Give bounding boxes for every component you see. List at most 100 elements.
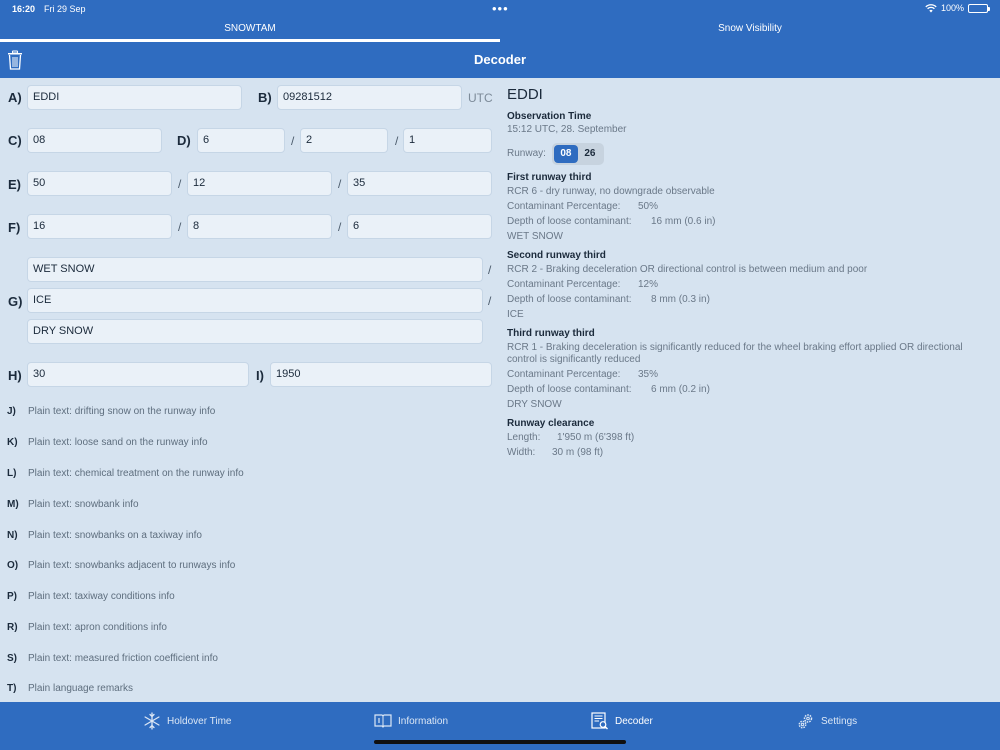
third-3-percentage: Contaminant Percentage: 35% [507,369,987,381]
field-b-label: B) [258,90,272,105]
tab-decoder[interactable]: Decoder [591,712,653,730]
observation-value: 15:12 UTC, 28. September [507,124,627,135]
multitasking-dots-icon[interactable]: ••• [492,1,509,16]
observation-title: Observation Time [507,111,592,122]
third-2-type: ICE [507,309,524,320]
plain-text-input-n[interactable]: Plain text: snowbanks on a taxiway info [28,530,202,541]
third-3-rcr: RCR 1 - Braking deceleration is signific… [507,342,963,365]
rwycc-input-3[interactable]: 1 [403,128,492,153]
percentage-value: 12% [638,279,659,290]
third-1-percentage: Contaminant Percentage: 50% [507,201,987,213]
separator: / [338,220,342,234]
runway-input[interactable]: 08 [27,128,162,153]
third-1-depth: Depth of loose contaminant: 16 mm (0.6 i… [507,216,987,228]
condition-input-3[interactable]: DRY SNOW [27,319,483,344]
coverage-input-3[interactable]: 35 [347,171,492,196]
depth-label: Depth of loose contaminant: [507,216,632,227]
plain-text-input-t[interactable]: Plain language remarks [28,683,133,694]
depth-input-2[interactable]: 8 [187,214,332,239]
separator: / [178,177,182,191]
third-1-title: First runway third [507,172,592,183]
third-2-depth: Depth of loose contaminant: 8 mm (0.3 in… [507,294,987,306]
third-3-type: DRY SNOW [507,399,562,410]
field-f-label: F) [8,220,21,235]
tab-settings[interactable]: Settings [797,712,857,730]
plain-text-input-m[interactable]: Plain text: snowbank info [28,499,139,510]
status-time: 16:20 [12,4,36,14]
decoded-panel: EDDI Observation Time 15:12 UTC, 28. Sep… [507,86,987,459]
length-value: 1'950 m (6'398 ft) [557,432,635,443]
airport-input[interactable]: EDDI [27,85,242,110]
field-m-label: M) [7,499,19,510]
plain-text-input-l[interactable]: Plain text: chemical treatment on the ru… [28,468,244,479]
segment-tabs: SNOWTAM Snow Visibility [0,20,1000,42]
separator: / [338,177,342,191]
clearance-width: Width: 30 m (98 ft) [507,447,987,459]
field-l-label: L) [7,468,17,479]
separator: / [488,263,492,277]
wifi-icon [925,3,937,12]
separator: / [291,134,295,148]
percentage-label: Contaminant Percentage: [507,369,621,380]
status-date: Fri 29 Sep [44,4,86,14]
width-input[interactable]: 30 [27,362,249,387]
field-t-label: T) [7,683,17,694]
runway-label: Runway: [507,148,546,159]
depth-input-3[interactable]: 6 [347,214,492,239]
tab-settings-label: Settings [821,715,858,727]
field-p-label: P) [7,591,17,602]
utc-unit: UTC [468,91,493,105]
page-title: Decoder [473,52,527,67]
condition-input-1[interactable]: WET SNOW [27,257,483,282]
runway-option-26[interactable]: 26 [578,145,602,163]
coverage-input-2[interactable]: 12 [187,171,332,196]
field-s-label: S) [7,653,17,664]
depth-value: 8 mm (0.3 in) [651,294,710,305]
field-k-label: K) [7,437,18,448]
separator: / [488,294,492,308]
width-value: 30 m (98 ft) [552,447,604,458]
decoder-icon [591,712,608,730]
percentage-label: Contaminant Percentage: [507,279,621,290]
depth-label: Depth of loose contaminant: [507,294,632,305]
tab-holdover-time[interactable]: Holdover Time [143,712,231,730]
tab-snow-visibility[interactable]: Snow Visibility [500,20,1000,42]
rwycc-input-1[interactable]: 6 [197,128,285,153]
plain-text-input-j[interactable]: Plain text: drifting snow on the runway … [28,406,215,417]
length-label: Length: [507,432,541,443]
plain-text-input-s[interactable]: Plain text: measured friction coefficien… [28,653,218,664]
third-3-title: Third runway third [507,328,595,339]
datetime-input[interactable]: 09281512 [277,85,462,110]
width-label: Width: [507,447,536,458]
third-2-percentage: Contaminant Percentage: 12% [507,279,987,291]
depth-value: 6 mm (0.2 in) [651,384,710,395]
tab-snowtam[interactable]: SNOWTAM [0,20,500,42]
gears-icon [798,714,813,729]
plain-text-input-r[interactable]: Plain text: apron conditions info [28,622,167,633]
separator: / [178,220,182,234]
field-i-label: I) [256,368,264,383]
home-indicator[interactable] [374,740,626,744]
depth-input-1[interactable]: 16 [27,214,172,239]
plain-text-input-p[interactable]: Plain text: taxiway conditions info [28,591,175,602]
third-1-rcr: RCR 6 - dry runway, no downgrade observa… [507,186,715,197]
rwycc-input-2[interactable]: 2 [300,128,388,153]
status-bar: 16:20 Fri 29 Sep ••• 100% [0,0,1000,18]
runway-option-08[interactable]: 08 [553,145,578,163]
field-d-label: D) [177,133,191,148]
field-o-label: O) [7,560,19,571]
tab-information[interactable]: Information [374,712,448,730]
decoded-airport: EDDI [507,86,543,103]
percentage-value: 50% [638,201,659,212]
field-g-label: G) [8,294,23,309]
tab-decoder-label: Decoder [615,715,653,727]
length-input[interactable]: 1950 [270,362,492,387]
coverage-input-1[interactable]: 50 [27,171,172,196]
nav-bar: Decoder [0,44,1000,78]
condition-input-2[interactable]: ICE [27,288,483,313]
plain-text-input-o[interactable]: Plain text: snowbanks adjacent to runway… [28,560,235,571]
plain-text-input-k[interactable]: Plain text: loose sand on the runway inf… [28,437,208,448]
field-a-label: A) [8,90,22,105]
book-icon [374,714,392,728]
status-right: 100% [925,3,990,13]
